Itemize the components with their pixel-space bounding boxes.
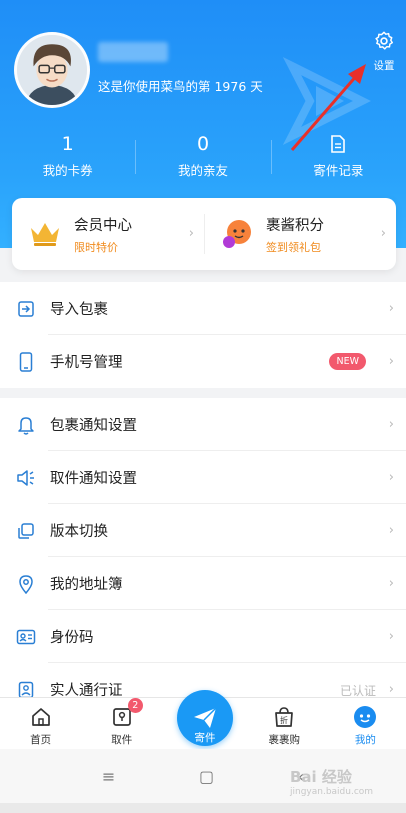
points-subtitle: 签到领礼包 <box>266 240 321 254</box>
tab-shop-label: 裹裹购 <box>268 734 300 746</box>
id-card-icon <box>16 629 36 644</box>
phone-management-row[interactable]: 手机号管理 NEW › <box>0 335 406 388</box>
stats-row: 1 我的卡券 0 我的亲友 寄件记录 <box>0 132 406 182</box>
address-book-row[interactable]: 我的地址簿 › <box>0 557 406 610</box>
document-icon <box>331 135 346 153</box>
chevron-right-icon: › <box>388 522 394 538</box>
chevron-right-icon: › <box>388 416 394 432</box>
member-center-entry[interactable]: 会员中心 限时特价 › <box>12 198 204 270</box>
watermark-brand: Bai 经验 <box>290 768 352 786</box>
member-center-title: 会员中心 <box>74 217 132 234</box>
chevron-right-icon: › <box>388 353 394 369</box>
import-package-label: 导入包裹 <box>50 302 108 318</box>
menu-nav-icon[interactable]: ≡ <box>102 767 115 786</box>
chevron-right-icon: › <box>188 226 194 241</box>
bottom-edge <box>0 803 406 813</box>
gear-icon <box>375 31 393 50</box>
tab-pickup-label: 取件 <box>111 734 133 746</box>
username-blurred <box>98 42 168 62</box>
coupons-count: 1 <box>61 133 74 155</box>
shopping-bag-icon: 折 <box>275 707 294 727</box>
points-entry[interactable]: 裹酱积分 签到领礼包 › <box>204 198 396 270</box>
crown-icon <box>31 223 59 246</box>
profile-icon <box>354 706 377 728</box>
chevron-right-icon: › <box>388 469 394 485</box>
settings-section: 包裹通知设置 › 取件通知设置 › 版本切换 › 我的地址簿 › 身份码 › 实… <box>0 398 406 716</box>
pickup-notification-label: 取件通知设置 <box>50 471 137 487</box>
watermark-url: jingyan.baidu.com <box>290 787 374 797</box>
speaker-icon <box>17 469 34 486</box>
stat-send-records[interactable]: 寄件记录 <box>270 132 406 182</box>
package-notification-label: 包裹通知设置 <box>50 418 137 434</box>
chevron-right-icon: › <box>380 226 386 241</box>
send-records-label: 寄件记录 <box>313 163 364 178</box>
home-icon <box>31 708 50 726</box>
home-nav-icon[interactable]: ▢ <box>199 767 214 786</box>
coupons-label: 我的卡券 <box>42 163 93 178</box>
tab-shop[interactable]: 折 裹裹购 <box>244 698 325 749</box>
location-icon <box>19 574 33 594</box>
pickup-count-badge: 2 <box>127 698 143 713</box>
version-switch-label: 版本切换 <box>50 524 108 540</box>
chevron-right-icon: › <box>388 300 394 316</box>
switch-icon <box>18 522 34 539</box>
import-package-row[interactable]: 导入包裹 › <box>0 282 406 335</box>
tab-pickup[interactable]: 2 取件 <box>81 698 162 749</box>
family-label: 我的亲友 <box>177 163 228 178</box>
import-icon <box>18 300 34 317</box>
new-badge: NEW <box>329 353 366 370</box>
identity-code-label: 身份码 <box>50 630 94 646</box>
chevron-right-icon: › <box>388 575 394 591</box>
paper-plane-icon <box>194 707 217 728</box>
phone-icon <box>19 351 33 372</box>
tab-mine-label: 我的 <box>354 734 376 746</box>
member-card: 会员中心 限时特价 › 裹酱积分 签到领礼包 › <box>12 198 396 270</box>
address-book-label: 我的地址簿 <box>50 577 123 593</box>
package-section: 导入包裹 › 手机号管理 NEW › <box>0 282 406 388</box>
stat-coupons[interactable]: 1 我的卡券 <box>0 132 135 182</box>
send-package-label: 寄件 <box>194 732 216 744</box>
member-center-subtitle: 限时特价 <box>74 240 118 254</box>
version-switch-row[interactable]: 版本切换 › <box>0 504 406 557</box>
package-notification-row[interactable]: 包裹通知设置 › <box>0 398 406 451</box>
pickup-notification-row[interactable]: 取件通知设置 › <box>0 451 406 504</box>
tab-home-label: 首页 <box>30 734 52 746</box>
avatar[interactable] <box>14 32 90 108</box>
usage-days-text: 这是你使用菜鸟的第 1976 天 <box>98 79 263 94</box>
chevron-right-icon: › <box>388 628 394 644</box>
family-count: 0 <box>196 133 210 155</box>
mascot-icon <box>223 220 251 248</box>
tab-home[interactable]: 首页 <box>0 698 81 749</box>
person-card-icon <box>18 681 34 698</box>
svg-text:折: 折 <box>280 715 288 725</box>
chevron-right-icon: › <box>388 681 394 697</box>
bell-icon <box>18 416 34 435</box>
phone-management-label: 手机号管理 <box>50 355 123 371</box>
baidu-watermark: Bai 经验 jingyan.baidu.com <box>290 766 373 797</box>
identity-code-row[interactable]: 身份码 › <box>0 610 406 663</box>
points-title: 裹酱积分 <box>266 217 324 234</box>
stat-family[interactable]: 0 我的亲友 <box>135 132 270 182</box>
tab-mine[interactable]: 我的 <box>325 698 406 749</box>
